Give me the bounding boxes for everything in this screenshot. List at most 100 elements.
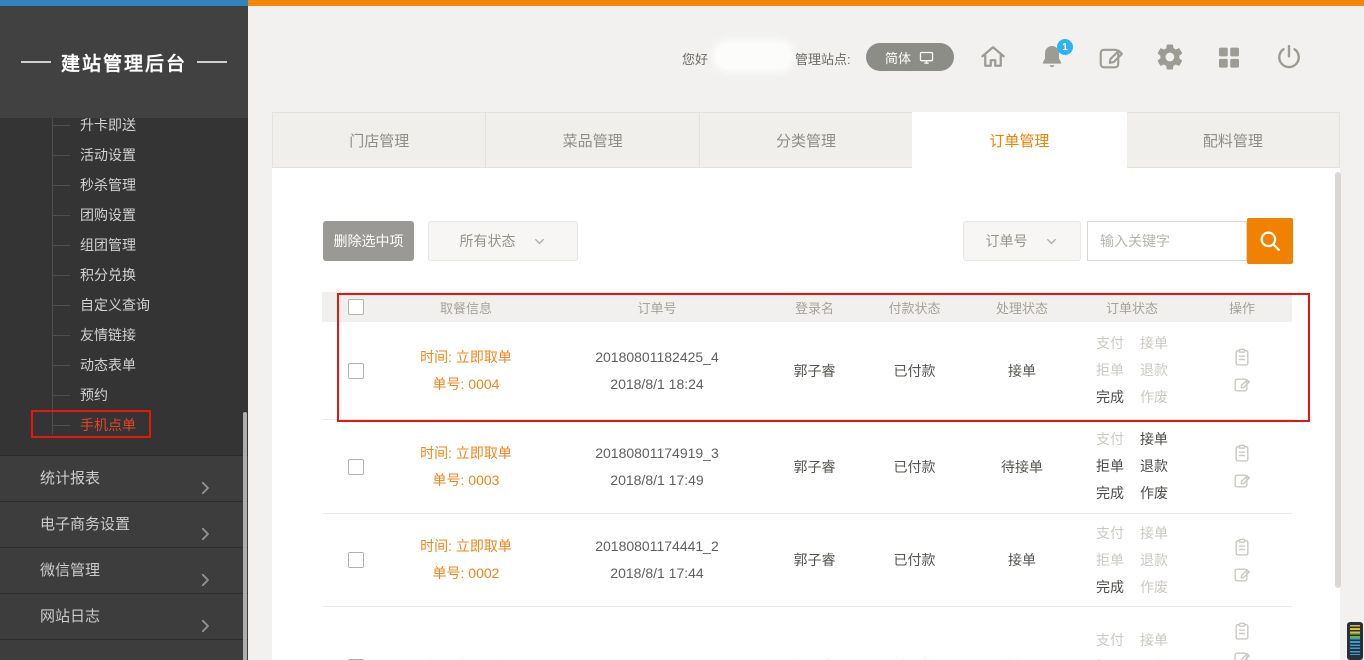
home-icon[interactable]: [978, 42, 1008, 72]
status-filter-select[interactable]: 所有状态: [428, 221, 578, 261]
sidebar-item-activity-settings[interactable]: 活动设置: [0, 140, 248, 170]
pickup-time: 时间: 立即取单: [420, 440, 512, 467]
pickup-time: 时间: 立即取单: [420, 344, 512, 371]
payment-status: 已付款: [857, 361, 972, 381]
tab-category-management[interactable]: 分类管理: [699, 112, 913, 168]
order-detail-icon[interactable]: [1232, 443, 1252, 463]
chevron-right-icon: [196, 608, 214, 626]
sidebar-section-statistics[interactable]: 统计报表: [0, 455, 248, 501]
sidebar-item-reservation[interactable]: 预约: [0, 380, 248, 410]
order-detail-icon[interactable]: [1232, 621, 1252, 641]
table-header-row: 取餐信息 订单号 登录名 付款状态 处理状态 订单状态 操作: [322, 292, 1292, 322]
col-order-status: 订单状态: [1072, 298, 1192, 317]
order-edit-icon[interactable]: [1232, 564, 1252, 584]
notification-badge: 1: [1057, 39, 1073, 55]
table-row: 时间: 立即取单单号: 0002 20180801174441_22018/8/…: [322, 514, 1292, 607]
sidebar-item-points-exchange[interactable]: 积分兑换: [0, 260, 248, 290]
sidebar-item-custom-query[interactable]: 自定义查询: [0, 290, 248, 320]
search-button[interactable]: [1247, 218, 1293, 264]
link-accept[interactable]: 接单: [1140, 426, 1168, 453]
sidebar-item-flash-sale[interactable]: 秒杀管理: [0, 170, 248, 200]
row-checkbox[interactable]: [348, 459, 364, 475]
tab-ingredient-management[interactable]: 配料管理: [1126, 112, 1340, 168]
link-refund[interactable]: 退款: [1140, 453, 1168, 480]
link-refund[interactable]: 退款: [1140, 357, 1168, 384]
link-complete[interactable]: 完成: [1096, 574, 1124, 601]
search-icon: [1257, 228, 1283, 254]
sidebar-item-group-buy[interactable]: 团购设置: [0, 200, 248, 230]
process-status: 接单: [972, 550, 1072, 570]
gear-icon[interactable]: [1155, 42, 1185, 72]
order-edit-icon[interactable]: [1232, 374, 1252, 394]
status-filter-value: 所有状态: [460, 231, 516, 251]
sidebar-item-dynamic-forms[interactable]: 动态表单: [0, 350, 248, 380]
link-pay[interactable]: 支付: [1096, 330, 1124, 357]
link-refund[interactable]: 退款: [1140, 654, 1168, 660]
link-pay[interactable]: 支付: [1096, 520, 1124, 547]
process-status: 待接单: [972, 457, 1072, 477]
link-pay[interactable]: 支付: [1096, 426, 1124, 453]
keyword-search-input[interactable]: [1087, 221, 1247, 261]
tab-store-management[interactable]: 门店管理: [272, 112, 486, 168]
link-reject[interactable]: 拒单: [1096, 357, 1124, 384]
link-void[interactable]: 作废: [1140, 480, 1168, 507]
link-refund[interactable]: 退款: [1140, 547, 1168, 574]
search-type-select[interactable]: 订单号: [963, 221, 1081, 261]
order-number: 20180801182425_4: [595, 344, 719, 371]
mini-scroll-widget[interactable]: [1347, 622, 1363, 660]
tab-dish-management[interactable]: 菜品管理: [485, 112, 699, 168]
link-reject[interactable]: 拒单: [1096, 547, 1124, 574]
col-process-status: 处理状态: [972, 298, 1072, 317]
chevron-down-icon: [532, 234, 547, 249]
app-title: 建站管理后台: [61, 49, 187, 76]
order-number: 20180801174919_3: [595, 440, 719, 467]
widget-stripes-blue: [1350, 638, 1360, 655]
sidebar-scrollbar-thumb[interactable]: [243, 412, 247, 660]
sidebar-section-ecommerce[interactable]: 电子商务设置: [0, 501, 248, 547]
grid-icon[interactable]: [1214, 42, 1244, 72]
language-site-button[interactable]: 简体: [866, 43, 954, 71]
order-edit-icon[interactable]: [1232, 648, 1252, 660]
col-pickup-info: 取餐信息: [390, 298, 542, 317]
compose-icon[interactable]: [1096, 42, 1126, 72]
link-pay[interactable]: 支付: [1096, 627, 1124, 654]
link-complete[interactable]: 完成: [1096, 384, 1124, 411]
sidebar-item-group-manage[interactable]: 组团管理: [0, 230, 248, 260]
order-edit-icon[interactable]: [1232, 470, 1252, 490]
widget-stripes-yellow: [1350, 625, 1360, 633]
order-detail-icon[interactable]: [1232, 347, 1252, 367]
sidebar-item-mobile-ordering[interactable]: 手机点单: [0, 410, 248, 440]
row-checkbox[interactable]: [348, 552, 364, 568]
sidebar-section-wechat[interactable]: 微信管理: [0, 547, 248, 593]
link-reject[interactable]: 拒单: [1096, 453, 1124, 480]
username-redacted: [716, 43, 792, 69]
link-reject[interactable]: 拒单: [1096, 654, 1124, 660]
link-void[interactable]: 作废: [1140, 384, 1168, 411]
link-void[interactable]: 作废: [1140, 574, 1168, 601]
col-payment-status: 付款状态: [857, 298, 972, 317]
power-icon[interactable]: [1274, 42, 1304, 72]
row-checkbox[interactable]: [348, 363, 364, 379]
sidebar-item-friend-links[interactable]: 友情链接: [0, 320, 248, 350]
order-status-links: 支付接单 拒单退款 完成作废: [1096, 426, 1168, 507]
app-window: 建站管理后台 升卡即送 活动设置 秒杀管理 团购设置 组团管理 积分兑换 自定义…: [0, 0, 1364, 660]
sidebar-submenu: 升卡即送 活动设置 秒杀管理 团购设置 组团管理 积分兑换 自定义查询 友情链接…: [0, 110, 248, 440]
monitor-icon: [918, 49, 935, 66]
link-accept[interactable]: 接单: [1140, 330, 1168, 357]
title-dash-right: [197, 61, 227, 63]
select-all-checkbox[interactable]: [348, 299, 364, 315]
orders-table: 取餐信息 订单号 登录名 付款状态 处理状态 订单状态 操作 时间: 立即取单单…: [322, 292, 1292, 660]
panel-scrollbar-thumb[interactable]: [1335, 172, 1341, 588]
col-actions: 操作: [1192, 298, 1292, 317]
order-detail-icon[interactable]: [1232, 537, 1252, 557]
link-accept[interactable]: 接单: [1140, 520, 1168, 547]
tab-bar: 门店管理 菜品管理 分类管理 订单管理 配料管理: [272, 112, 1340, 168]
chevron-right-icon: [196, 562, 214, 580]
tab-order-management[interactable]: 订单管理: [912, 112, 1126, 168]
sidebar-section-site-log[interactable]: 网站日志: [0, 593, 248, 639]
delete-selected-button[interactable]: 删除选中项: [323, 221, 414, 261]
section-label: 网站日志: [40, 608, 100, 625]
link-complete[interactable]: 完成: [1096, 480, 1124, 507]
order-date: 2018/8/1 17:44: [610, 560, 703, 587]
link-accept[interactable]: 接单: [1140, 627, 1168, 654]
